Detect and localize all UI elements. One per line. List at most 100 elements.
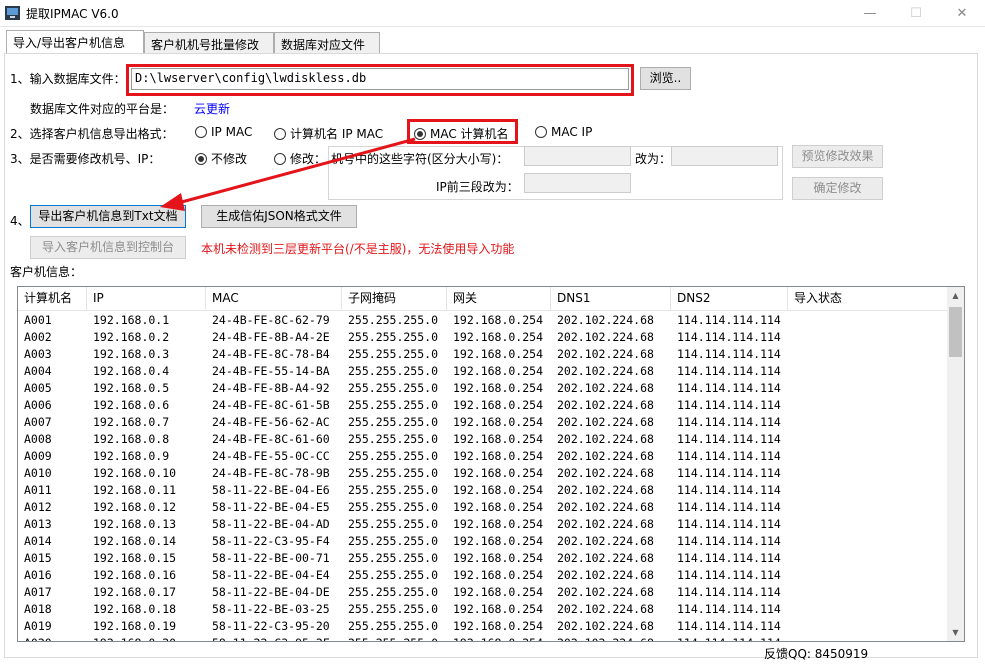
radio-name-ip-mac[interactable]: 计算机名 IP MAC (274, 125, 383, 142)
table-row[interactable]: A005 192.168.0.5 24-4B-FE-8B-A4-92 255.255.… (18, 380, 948, 397)
table-row[interactable]: A002 192.168.0.2 24-4B-FE-8B-A4-2E 255.255.… (18, 329, 948, 346)
table-row[interactable]: A018 192.168.0.18 58-11-22-BE-03-25 255.255… (18, 601, 948, 618)
table-cell: 24-4B-FE-8C-61-60 (212, 432, 330, 446)
export-txt-button[interactable]: 导出客户机信息到Txt文档 (30, 205, 186, 228)
table-cell: 202.102.224.68 (557, 347, 654, 361)
table-cell (788, 329, 948, 346)
replace-chars-input[interactable] (524, 146, 631, 166)
db-path-input[interactable]: D:\lwserver\config\lwdiskless.db (131, 68, 629, 90)
tab-batch-rename[interactable]: 客户机机号批量修改 (144, 32, 274, 54)
table-cell: 202.102.224.68 (557, 585, 654, 599)
table-cell: A003 (24, 347, 52, 361)
table-row[interactable]: A016 192.168.0.16 58-11-22-BE-04-E4 255.255… (18, 567, 948, 584)
window-title: 提取IPMAC V6.0 (26, 7, 119, 21)
tab-import-export[interactable]: 导入/导出客户机信息 (6, 30, 144, 54)
column-header[interactable]: 导入状态 (788, 287, 948, 311)
table-row[interactable]: A010 192.168.0.10 24-4B-FE-8C-78-9B 255.255… (18, 465, 948, 482)
column-header[interactable]: DNS1 (551, 287, 671, 311)
minimize-button[interactable]: — (847, 0, 893, 27)
import-console-button[interactable]: 导入客户机信息到控制台 (30, 236, 186, 259)
table-row[interactable]: A015 192.168.0.15 58-11-22-BE-00-71 255.255… (18, 550, 948, 567)
table-cell: 255.255.255.0 (348, 500, 439, 514)
table-cell (788, 584, 948, 601)
column-header[interactable]: 网关 (447, 287, 551, 311)
table-cell: 24-4B-FE-8C-78-B4 (212, 347, 330, 361)
table-cell: 114.114.114.114 (677, 432, 781, 446)
table-cell: 202.102.224.68 (557, 483, 654, 497)
scroll-down-icon[interactable]: ▼ (947, 624, 964, 641)
table-cell: 192.168.0.15 (93, 551, 177, 565)
ip-prefix-label: IP前三段改为： (436, 180, 519, 194)
table-row[interactable]: A001 192.168.0.1 24-4B-FE-8C-62-79 255.255.… (18, 312, 948, 329)
column-header[interactable]: IP (87, 287, 206, 311)
radio-label: IP MAC (211, 125, 253, 139)
table-row[interactable]: A006 192.168.0.6 24-4B-FE-8C-61-5B 255.255.… (18, 397, 948, 414)
maximize-button[interactable]: ☐ (893, 0, 939, 27)
table-cell: 255.255.255.0 (348, 415, 439, 429)
radio-mac-name[interactable]: MAC 计算机名 (414, 125, 509, 142)
json-export-button[interactable]: 生成信佑JSON格式文件 (201, 205, 357, 228)
table-cell (788, 414, 948, 431)
clients-table[interactable]: 计算机名 IP MAC 子网掩码 网关 DNS1 DNS2 导入状态 A001 192.168.… (17, 286, 965, 642)
confirm-modify-button[interactable]: 确定修改 (792, 177, 883, 200)
table-row[interactable]: A014 192.168.0.14 58-11-22-C3-95-F4 255.255… (18, 533, 948, 550)
table-cell (788, 346, 948, 363)
clients-label: 客户机信息： (10, 265, 83, 279)
table-row[interactable]: A011 192.168.0.11 58-11-22-BE-04-E6 255.255… (18, 482, 948, 499)
table-cell: 192.168.0.13 (93, 517, 177, 531)
table-cell: 202.102.224.68 (557, 551, 654, 565)
table-cell: 192.168.0.254 (453, 619, 544, 633)
table-row[interactable]: A012 192.168.0.12 58-11-22-BE-04-E5 255.255… (18, 499, 948, 516)
column-header[interactable]: 计算机名 (18, 287, 87, 311)
table-cell: 192.168.0.254 (453, 500, 544, 514)
scroll-thumb[interactable] (949, 307, 962, 357)
table-cell: A010 (24, 466, 52, 480)
table-row[interactable]: A020192.168.0.2058-11-22-C3-95-2F255.255… (18, 635, 948, 641)
table-row[interactable]: A007 192.168.0.7 24-4B-FE-56-62-AC 255.255.… (18, 414, 948, 431)
radio-no-modify[interactable]: 不修改 (195, 150, 247, 167)
table-cell: 192.168.0.254 (453, 415, 544, 429)
table-row[interactable]: A008 192.168.0.8 24-4B-FE-8C-61-60 255.255.… (18, 431, 948, 448)
column-header[interactable]: 子网掩码 (342, 287, 447, 311)
ip-prefix-input[interactable] (524, 173, 631, 193)
table-cell: 192.168.0.16 (93, 568, 177, 582)
radio-mac-ip[interactable]: MAC IP (535, 125, 592, 139)
scroll-up-icon[interactable]: ▲ (947, 287, 964, 304)
table-cell (788, 465, 948, 482)
vertical-scrollbar[interactable]: ▲ ▼ (947, 287, 964, 641)
table-cell: 202.102.224.68 (557, 568, 654, 582)
close-button[interactable]: ✕ (939, 0, 985, 27)
table-row[interactable]: A013 192.168.0.13 58-11-22-BE-04-AD 255.255… (18, 516, 948, 533)
table-cell: 255.255.255.0 (348, 551, 439, 565)
table-row[interactable]: A004 192.168.0.4 24-4B-FE-55-14-BA 255.255.… (18, 363, 948, 380)
step3-label: 3、是否需要修改机号、IP： (10, 152, 161, 166)
table-cell: A009 (24, 449, 52, 463)
radio-ip-mac[interactable]: IP MAC (195, 125, 252, 139)
table-cell (788, 567, 948, 584)
table-cell: A020 (18, 635, 87, 641)
table-row[interactable]: A019 192.168.0.19 58-11-22-C3-95-20 255.255… (18, 618, 948, 635)
preview-button[interactable]: 预览修改效果 (792, 145, 883, 168)
table-cell: 58-11-22-BE-04-E6 (212, 483, 330, 497)
table-header: 计算机名 IP MAC 子网掩码 网关 DNS1 DNS2 导入状态 (18, 287, 948, 311)
table-cell: 255.255.255.0 (348, 466, 439, 480)
tab-db-files[interactable]: 数据库对应文件 (274, 32, 380, 54)
table-cell (788, 635, 948, 641)
table-cell: 114.114.114.114 (677, 551, 781, 565)
change-to-label: 改为： (635, 152, 672, 166)
radio-circle-selected (414, 127, 426, 140)
change-to-input[interactable] (671, 146, 778, 166)
feedback-qq: 反馈QQ: 8450919 (764, 647, 869, 661)
table-cell: 192.168.0.254 (453, 568, 544, 582)
column-header[interactable]: MAC (206, 287, 342, 311)
table-cell: 192.168.0.254 (453, 483, 544, 497)
column-header[interactable]: DNS2 (671, 287, 788, 311)
step2-label: 2、选择客户机信息导出格式： (10, 127, 174, 141)
table-row[interactable]: A003 192.168.0.3 24-4B-FE-8C-78-B4 255.255.… (18, 346, 948, 363)
table-row[interactable]: A017 192.168.0.17 58-11-22-BE-04-DE 255.255… (18, 584, 948, 601)
table-row[interactable]: A009 192.168.0.9 24-4B-FE-55-0C-CC 255.255.… (18, 448, 948, 465)
radio-modify[interactable]: 修改： (274, 150, 326, 167)
table-cell: 255.255.255.0 (348, 347, 439, 361)
browse-button[interactable]: 浏览.. (640, 67, 691, 90)
radio-circle (274, 152, 286, 165)
